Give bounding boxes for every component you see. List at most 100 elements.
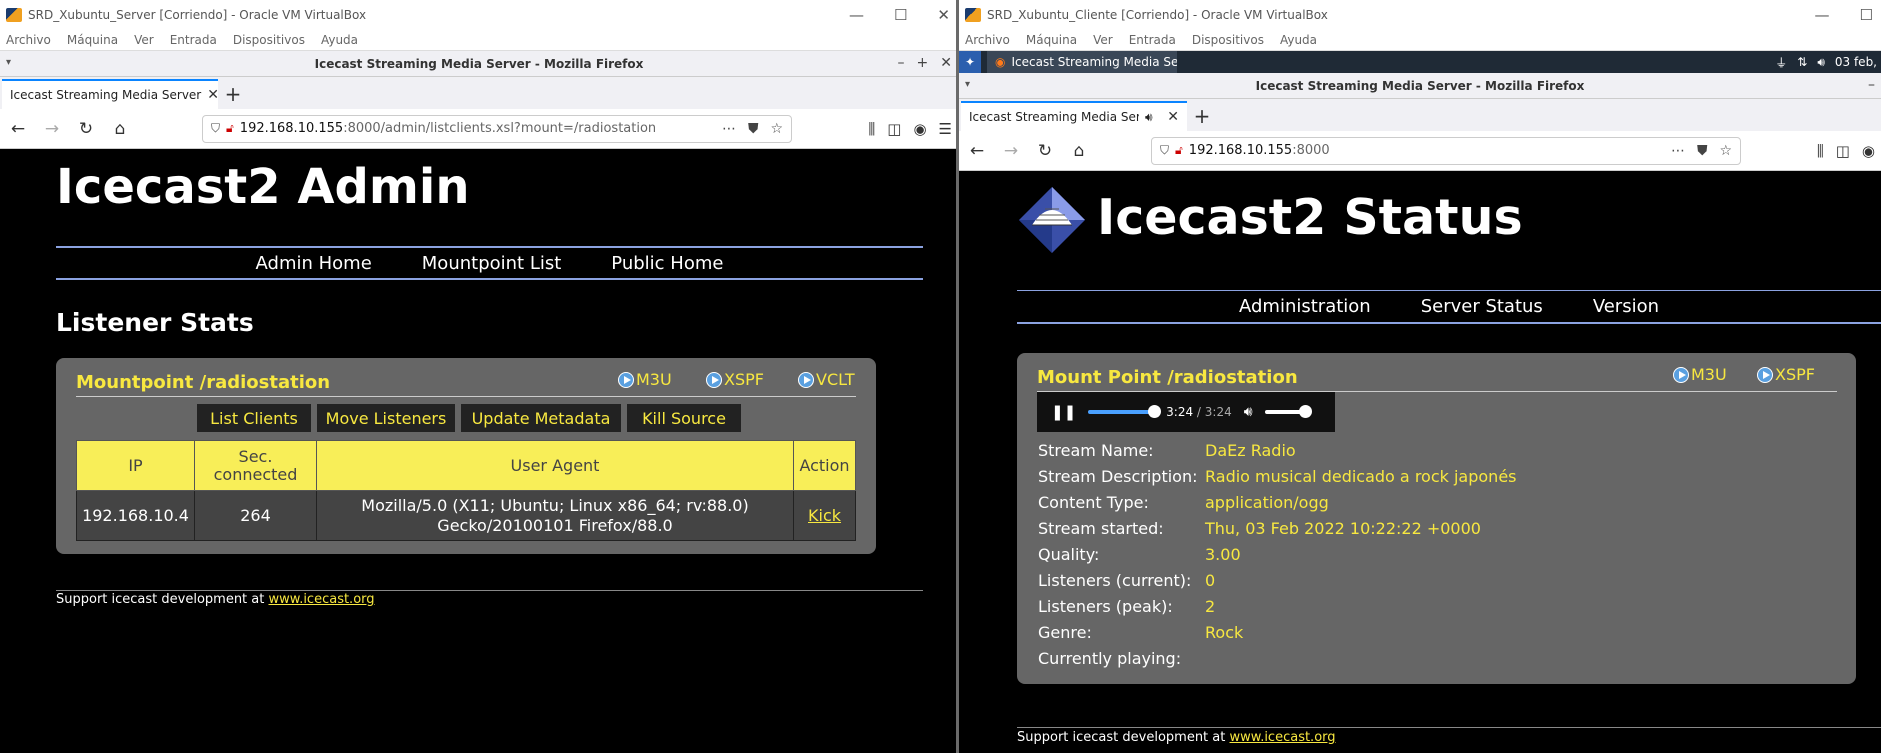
menu-ver[interactable]: Ver: [134, 33, 154, 47]
shield-icon[interactable]: ⛉: [1160, 143, 1169, 158]
volume-slider[interactable]: [1264, 405, 1312, 418]
tab-audio-icon[interactable]: 🔊︎: [1145, 110, 1153, 125]
xspf-link[interactable]: XSPF: [1757, 365, 1815, 384]
account-icon[interactable]: ◉: [913, 120, 926, 138]
vbox-window-server: SRD_Xubuntu_Server [Corriendo] - Oracle …: [0, 0, 958, 753]
sidebar-icon[interactable]: ◫: [1836, 142, 1850, 160]
back-icon[interactable]: ←: [965, 139, 989, 163]
nav-version[interactable]: Version: [1593, 296, 1659, 317]
update-metadata-button[interactable]: Update Metadata: [461, 404, 621, 432]
play-icon: [1757, 366, 1773, 383]
menu-ver[interactable]: Ver: [1093, 33, 1113, 47]
info-key: Stream started:: [1038, 518, 1164, 538]
menu-ayuda[interactable]: Ayuda: [1280, 33, 1317, 47]
mute-icon[interactable]: 🔊︎: [1244, 404, 1253, 420]
minimize-icon[interactable]: —: [849, 6, 864, 24]
vclt-link[interactable]: VCLT: [798, 370, 855, 389]
nav-admin-home[interactable]: Admin Home: [256, 253, 372, 274]
url-bar[interactable]: ⛉ 🔓︎ 192.168.10.155:8000 ⋯ ⛊ ☆: [1151, 136, 1741, 165]
new-tab-icon[interactable]: +: [1187, 101, 1217, 131]
tab-close-icon[interactable]: ✕: [1167, 109, 1179, 125]
info-row: Stream started: Thu, 03 Feb 2022 10:22:22…: [1038, 515, 1517, 541]
forward-icon[interactable]: →: [999, 139, 1023, 163]
icecast-link[interactable]: www.icecast.org: [268, 592, 374, 607]
play-icon: [706, 371, 722, 388]
forward-icon[interactable]: →: [40, 117, 64, 141]
network-icon[interactable]: ⇅: [1797, 55, 1807, 69]
url-bar[interactable]: ⛉ 🔓︎ 192.168.10.155:8000/admin/listclien…: [202, 114, 792, 143]
menu-entrada[interactable]: Entrada: [1129, 33, 1176, 47]
nav-server-status[interactable]: Server Status: [1421, 296, 1543, 317]
xfce-menu-icon[interactable]: ✦: [959, 51, 981, 73]
reload-icon[interactable]: ↻: [1033, 139, 1057, 163]
seek-knob[interactable]: [1148, 405, 1162, 418]
new-tab-icon[interactable]: +: [218, 79, 248, 109]
home-icon[interactable]: ⌂: [1067, 139, 1091, 163]
pocket-icon[interactable]: ⛊: [1697, 143, 1708, 159]
info-value: 2: [1205, 596, 1216, 616]
home-icon[interactable]: ⌂: [108, 117, 132, 141]
volume-knob[interactable]: [1298, 405, 1312, 418]
close-icon[interactable]: ✕: [937, 6, 950, 24]
page-title: Icecast2 Status: [1097, 189, 1523, 246]
menu-entrada[interactable]: Entrada: [170, 33, 217, 47]
volume-icon[interactable]: 🔊︎: [1817, 55, 1825, 70]
page-actions-icon[interactable]: ⋯: [1671, 143, 1685, 159]
m3u-link[interactable]: M3U: [618, 370, 672, 389]
nav-administration[interactable]: Administration: [1239, 296, 1371, 317]
nav-mountpoint-list[interactable]: Mountpoint List: [422, 253, 562, 274]
panel-clock[interactable]: 03 feb,: [1835, 55, 1877, 69]
kill-source-button[interactable]: Kill Source: [627, 404, 741, 432]
pocket-icon[interactable]: ⛊: [748, 121, 759, 137]
back-icon[interactable]: ←: [6, 117, 30, 141]
maximize-icon[interactable]: +: [917, 55, 929, 71]
taskbar-item[interactable]: ◉ Icecast Streaming Media Se...: [987, 51, 1177, 73]
hamburger-menu-icon[interactable]: ☰: [939, 120, 952, 138]
insecure-lock-icon[interactable]: 🔓︎: [1175, 143, 1183, 158]
close-icon[interactable]: ✕: [940, 55, 952, 71]
library-icon[interactable]: ⫼: [1817, 142, 1824, 160]
xspf-link[interactable]: XSPF: [706, 370, 764, 389]
reload-icon[interactable]: ↻: [74, 117, 98, 141]
maximize-icon[interactable]: ☐: [894, 6, 907, 24]
power-plug-icon[interactable]: ⏚: [1775, 54, 1787, 71]
menu-archivo[interactable]: Archivo: [965, 33, 1010, 47]
nav-public-home[interactable]: Public Home: [611, 253, 723, 274]
window-menu-icon[interactable]: ▾: [6, 57, 11, 68]
menu-archivo[interactable]: Archivo: [6, 33, 51, 47]
window-menu-icon[interactable]: ▾: [965, 79, 970, 90]
bookmark-star-icon[interactable]: ☆: [770, 121, 783, 137]
url-host: 192.168.10.155: [1188, 143, 1293, 158]
seek-slider[interactable]: [1088, 405, 1162, 418]
info-key: Stream Name:: [1038, 440, 1154, 460]
list-clients-button[interactable]: List Clients: [197, 404, 311, 432]
info-value: Radio musical dedicado a rock japonés: [1205, 466, 1517, 486]
account-icon[interactable]: ◉: [1862, 142, 1875, 160]
browser-tab[interactable]: Icecast Streaming Media Server ✕: [2, 79, 218, 109]
bookmark-star-icon[interactable]: ☆: [1719, 143, 1732, 159]
minimize-icon[interactable]: —: [1815, 6, 1830, 24]
shield-icon[interactable]: ⛉: [211, 121, 220, 136]
menu-maquina[interactable]: Máquina: [67, 33, 118, 47]
menu-maquina[interactable]: Máquina: [1026, 33, 1077, 47]
browser-tab[interactable]: Icecast Streaming Media Serv 🔊︎ ✕: [961, 101, 1187, 131]
move-listeners-button[interactable]: Move Listeners: [317, 404, 455, 432]
library-icon[interactable]: ⫼: [868, 120, 875, 138]
sidebar-icon[interactable]: ◫: [887, 120, 901, 138]
menu-dispositivos[interactable]: Dispositivos: [233, 33, 305, 47]
menu-dispositivos[interactable]: Dispositivos: [1192, 33, 1264, 47]
vbox-title: SRD_Xubuntu_Server [Corriendo] - Oracle …: [28, 8, 367, 22]
tab-title: Icecast Streaming Media Server: [10, 88, 202, 102]
maximize-icon[interactable]: ☐: [1860, 6, 1873, 24]
page-actions-icon[interactable]: ⋯: [722, 121, 736, 137]
insecure-lock-icon[interactable]: 🔓︎: [226, 121, 234, 136]
icecast-link[interactable]: www.icecast.org: [1229, 730, 1335, 745]
menu-ayuda[interactable]: Ayuda: [321, 33, 358, 47]
minimize-icon[interactable]: –: [1868, 77, 1875, 93]
firefox-icon: ◉: [995, 55, 1006, 69]
m3u-link[interactable]: M3U: [1673, 365, 1727, 384]
minimize-icon[interactable]: –: [898, 55, 905, 71]
kick-link[interactable]: Kick: [793, 490, 856, 541]
pause-icon[interactable]: ❚❚: [1051, 403, 1076, 421]
tab-close-icon[interactable]: ✕: [207, 87, 218, 103]
